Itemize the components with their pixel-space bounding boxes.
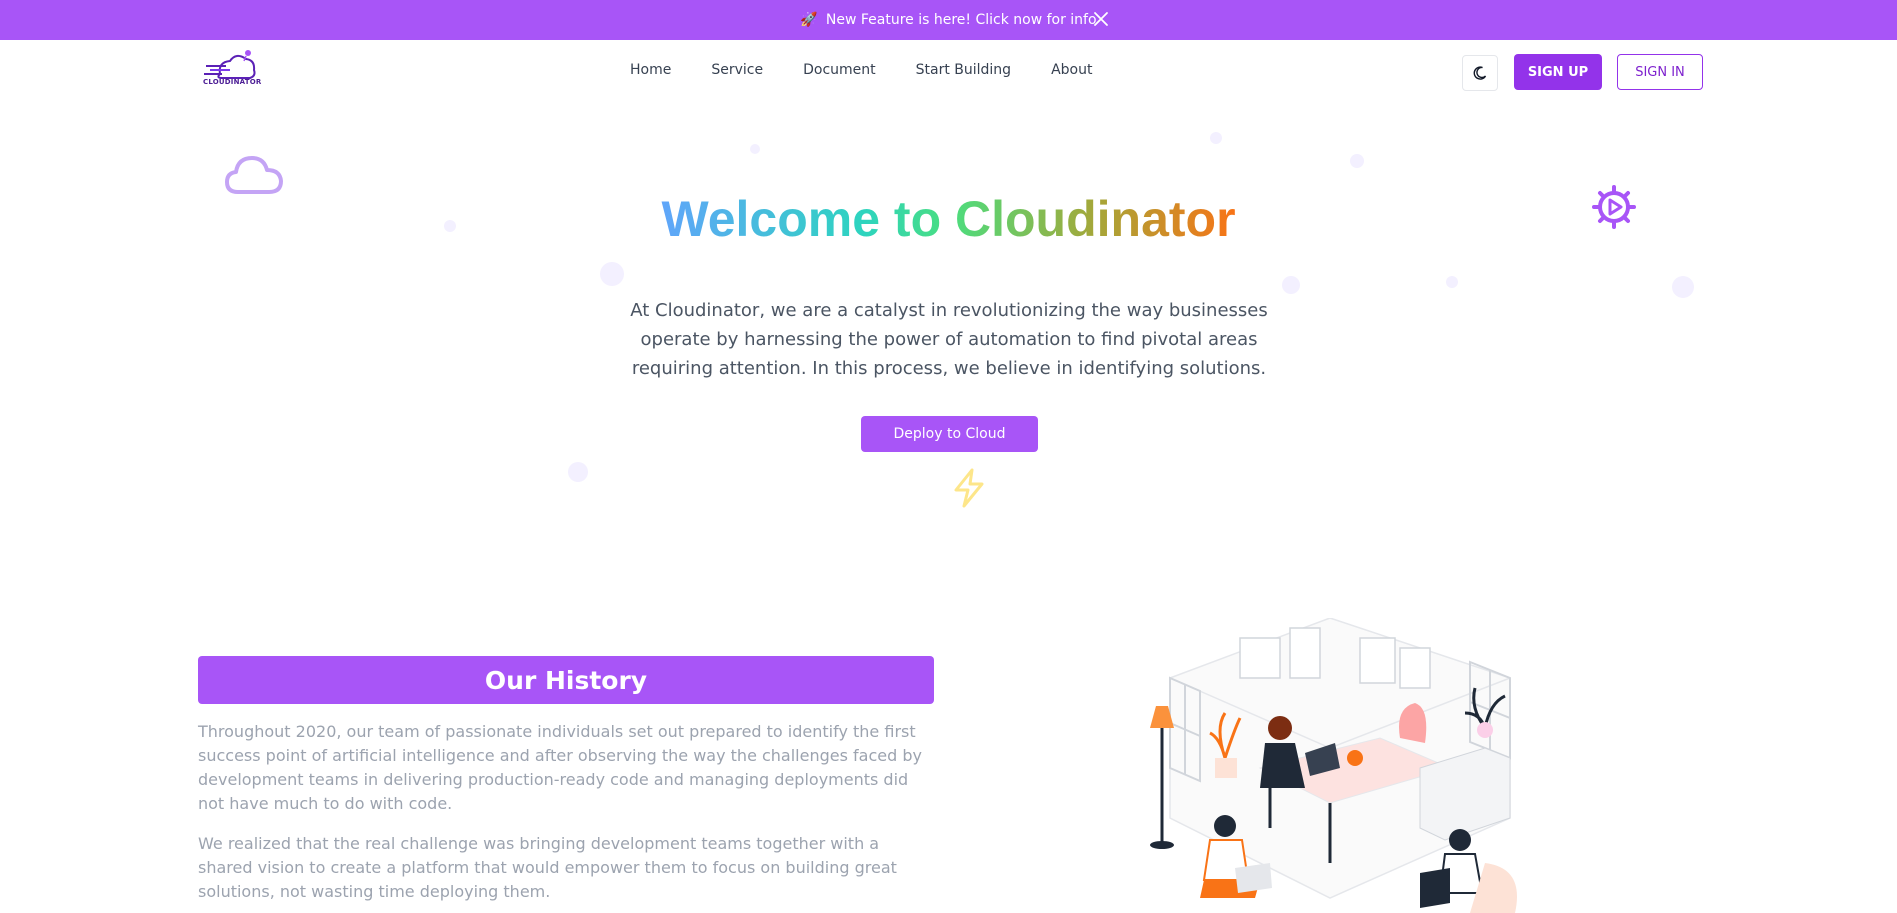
history-paragraph-1: Throughout 2020, our team of passionate …: [198, 722, 922, 813]
decor-dot: [568, 462, 588, 482]
lightning-icon: [954, 468, 984, 508]
decor-dot: [1210, 132, 1222, 144]
decor-dot: [1446, 276, 1458, 288]
history-paragraph-2: We realized that the real challenge was …: [198, 834, 897, 901]
sign-up-button[interactable]: SIGN UP: [1514, 54, 1602, 90]
nav-item-start-building[interactable]: Start Building: [916, 62, 1011, 78]
office-team-illustration: [1150, 618, 1517, 913]
decor-dot: [1350, 154, 1364, 168]
decor-dot: [600, 262, 624, 286]
navbar: CLOUDINATOR Home Service Document Start …: [0, 40, 1897, 104]
close-icon[interactable]: [1092, 10, 1110, 28]
nav-item-home[interactable]: Home: [630, 62, 671, 78]
nav-item-service[interactable]: Service: [711, 62, 763, 78]
history-heading: Our History: [198, 656, 934, 704]
hero-description: At Cloudinator, we are a catalyst in rev…: [630, 300, 1268, 379]
decor-dot: [1282, 276, 1300, 294]
sign-in-button[interactable]: SIGN IN: [1617, 54, 1703, 90]
hero-title: Welcome to Cloudinator: [0, 190, 1897, 248]
rocket-icon: 🚀: [800, 12, 818, 28]
main-menu: Home Service Document Start Building Abo…: [630, 62, 1092, 78]
nav-item-about[interactable]: About: [1051, 62, 1092, 78]
nav-item-document[interactable]: Document: [803, 62, 876, 78]
deploy-to-cloud-button[interactable]: Deploy to Cloud: [861, 416, 1038, 452]
decor-dot: [750, 144, 760, 154]
logo-text: CLOUDINATOR: [203, 78, 262, 86]
hero-title-text: Welcome to Cloudinator: [661, 191, 1236, 247]
history-title: Our History: [484, 665, 648, 695]
theme-toggle-button[interactable]: [1462, 55, 1498, 91]
announcement-banner[interactable]: 🚀 New Feature is here! Click now for inf…: [0, 0, 1897, 40]
banner-text[interactable]: New Feature is here! Click now for info: [826, 12, 1097, 28]
moon-icon: [1473, 66, 1487, 80]
decor-dot: [1672, 276, 1694, 298]
